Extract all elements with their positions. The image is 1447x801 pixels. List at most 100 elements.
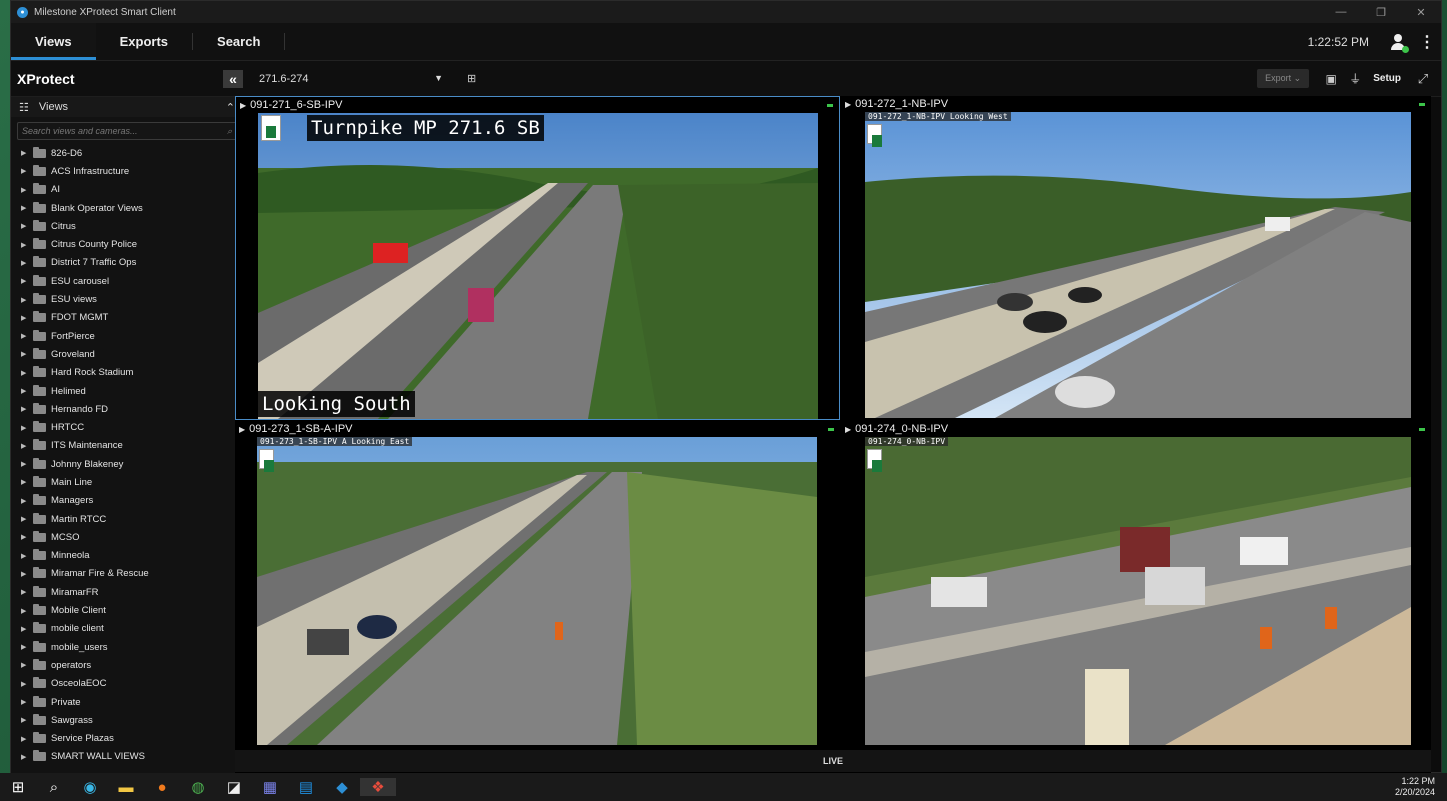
more-menu-icon[interactable]: ⋮ (1413, 23, 1441, 60)
chevron-up-icon[interactable]: ⌃ (226, 101, 235, 114)
active-app-icon[interactable]: ❖ (360, 778, 396, 796)
expand-caret-icon[interactable]: ▶ (21, 570, 33, 578)
camera-tile[interactable]: ▶ 091-272_1-NB-IPV 091-272_1-NB-IPV Look… (841, 96, 1431, 420)
expand-caret-icon[interactable]: ▶ (21, 735, 33, 743)
expand-caret-icon[interactable]: ▶ (21, 314, 33, 322)
expand-caret-icon[interactable]: ▶ (21, 186, 33, 194)
expand-caret-icon[interactable]: ▶ (21, 625, 33, 633)
expand-caret-icon[interactable]: ▶ (21, 643, 33, 651)
expand-caret-icon[interactable]: ▶ (21, 478, 33, 486)
sidebar-folder-item[interactable]: ▶ FortPierce (11, 327, 243, 345)
expand-caret-icon[interactable]: ▶ (21, 204, 33, 212)
expand-caret-icon[interactable]: ▶ (21, 296, 33, 304)
sidebar-folder-item[interactable]: ▶ mobile client (11, 620, 243, 638)
notes-icon[interactable]: ◪ (216, 778, 252, 796)
sidebar-folder-item[interactable]: ▶ OsceolaEOC (11, 675, 243, 693)
expand-caret-icon[interactable]: ▶ (21, 277, 33, 285)
expand-caret-icon[interactable]: ▶ (21, 369, 33, 377)
file-explorer-icon[interactable]: ▬ (108, 779, 144, 796)
search-icon[interactable]: ⌕ (227, 126, 232, 137)
sidebar-folder-item[interactable]: ▶ Citrus County Police (11, 235, 243, 253)
view-layout-icon[interactable]: ⊞ (467, 72, 476, 85)
camera-tile[interactable]: ▶ 091-274_0-NB-IPV 091-274_0-NB-IPV (841, 421, 1431, 746)
camera-video[interactable]: Turnpike MP 271.6 SB Looking South (258, 113, 818, 419)
sidebar-folder-item[interactable]: ▶ Sawgrass (11, 711, 243, 729)
expand-caret-icon[interactable]: ▶ (21, 460, 33, 468)
sidebar-folder-item[interactable]: ▶ ESU carousel (11, 272, 243, 290)
expand-caret-icon[interactable]: ▶ (21, 350, 33, 358)
sidebar-folder-item[interactable]: ▶ 826-D6 (11, 144, 243, 162)
tab-exports[interactable]: Exports (96, 23, 192, 60)
expand-caret-icon[interactable]: ▶ (21, 222, 33, 230)
expand-caret-icon[interactable]: ▶ (21, 552, 33, 560)
collapse-sidebar-button[interactable]: « (223, 69, 243, 88)
camera-video[interactable]: 091-273_1-SB-IPV A Looking East (257, 437, 817, 745)
camera-video[interactable]: 091-274_0-NB-IPV (865, 437, 1411, 745)
sidebar-folder-item[interactable]: ▶ Johnny Blakeney (11, 455, 243, 473)
sidebar-folder-item[interactable]: ▶ ESU views (11, 290, 243, 308)
start-icon[interactable]: ⊞ (0, 778, 36, 796)
outlook-icon[interactable]: ▤ (288, 778, 324, 796)
restore-icon[interactable]: ❐ (1361, 6, 1401, 19)
teams-icon[interactable]: ▦ (252, 778, 288, 796)
camera-video[interactable]: 091-272_1-NB-IPV Looking West (865, 112, 1411, 418)
expand-caret-icon[interactable]: ▶ (21, 149, 33, 157)
expand-caret-icon[interactable]: ▶ (21, 167, 33, 175)
expand-caret-icon[interactable]: ▶ (21, 259, 33, 267)
camera-tile[interactable]: ▶ 091-271_6-SB-IPV Turnpike MP 271.6 SB … (235, 96, 840, 420)
chrome-icon[interactable]: ◍ (180, 778, 216, 796)
fullscreen-icon[interactable]: ⤢ (1413, 71, 1433, 87)
expand-caret-icon[interactable]: ▶ (21, 661, 33, 669)
expand-caret-icon[interactable]: ▶ (21, 241, 33, 249)
sidebar-folder-item[interactable]: ▶ AI (11, 181, 243, 199)
expand-caret-icon[interactable]: ▶ (21, 607, 33, 615)
sidebar-folder-item[interactable]: ▶ operators (11, 656, 243, 674)
sidebar-folder-item[interactable]: ▶ Managers (11, 492, 243, 510)
xprotect-icon[interactable]: ◆ (324, 778, 360, 796)
sidebar-folder-item[interactable]: ▶ Miramar Fire & Rescue (11, 565, 243, 583)
sidebar-folder-item[interactable]: ▶ mobile_users (11, 638, 243, 656)
sidebar-folder-item[interactable]: ▶ MiramarFR (11, 583, 243, 601)
sidebar-folder-item[interactable]: ▶ FDOT MGMT (11, 309, 243, 327)
close-icon[interactable]: ✕ (1401, 6, 1441, 19)
expand-caret-icon[interactable]: ▶ (21, 680, 33, 688)
sidebar-folder-item[interactable]: ▶ ACS Infrastructure (11, 162, 243, 180)
sidebar-folder-item[interactable]: ▶ Blank Operator Views (11, 199, 243, 217)
snapshot-icon[interactable]: ▣ (1319, 72, 1343, 86)
user-status-icon[interactable] (1383, 23, 1413, 60)
export-button[interactable]: Export ⌄ (1257, 69, 1310, 88)
expand-caret-icon[interactable]: ▶ (21, 442, 33, 450)
sidebar-folder-item[interactable]: ▶ ITS Maintenance (11, 437, 243, 455)
sidebar-folder-item[interactable]: ▶ Hard Rock Stadium (11, 364, 243, 382)
sidebar-folder-item[interactable]: ▶ District 7 Traffic Ops (11, 254, 243, 272)
setup-button[interactable]: Setup (1373, 73, 1401, 84)
sidebar-folder-item[interactable]: ▶ Helimed (11, 382, 243, 400)
views-panel-header[interactable]: ☷ Views ⌃ (11, 97, 243, 117)
edge-icon[interactable]: ◉ (72, 778, 108, 796)
expand-caret-icon[interactable]: ▶ (21, 716, 33, 724)
sidebar-folder-item[interactable]: ▶ Hernando FD (11, 400, 243, 418)
view-selector[interactable]: 271.6-274 ▼ (259, 73, 449, 85)
camera-tile[interactable]: ▶ 091-273_1-SB-A-IPV 091-273_1-SB-IPV A … (235, 421, 840, 746)
firefox-icon[interactable]: ● (144, 779, 180, 796)
search-views-input[interactable]: Search views and cameras... ⌕ (17, 122, 237, 140)
expand-caret-icon[interactable]: ▶ (21, 588, 33, 596)
expand-caret-icon[interactable]: ▶ (21, 515, 33, 523)
expand-caret-icon[interactable]: ▶ (21, 533, 33, 541)
expand-caret-icon[interactable]: ▶ (21, 424, 33, 432)
search-icon[interactable]: ⌕ (36, 779, 72, 796)
sidebar-folder-item[interactable]: ▶ Main Line (11, 473, 243, 491)
expand-caret-icon[interactable]: ▶ (21, 698, 33, 706)
sidebar-folder-item[interactable]: ▶ Martin RTCC (11, 510, 243, 528)
sidebar-folder-item[interactable]: ▶ Minneola (11, 547, 243, 565)
sidebar-folder-item[interactable]: ▶ Groveland (11, 345, 243, 363)
sidebar-folder-item[interactable]: ▶ Service Plazas (11, 730, 243, 748)
sidebar-folder-item[interactable]: ▶ Mobile Client (11, 601, 243, 619)
tab-views[interactable]: Views (11, 23, 96, 60)
expand-caret-icon[interactable]: ▶ (21, 332, 33, 340)
minimize-icon[interactable]: — (1321, 6, 1361, 18)
expand-caret-icon[interactable]: ▶ (21, 387, 33, 395)
sidebar-folder-item[interactable]: ▶ Private (11, 693, 243, 711)
expand-caret-icon[interactable]: ▶ (21, 405, 33, 413)
sidebar-folder-item[interactable]: ▶ MCSO (11, 528, 243, 546)
